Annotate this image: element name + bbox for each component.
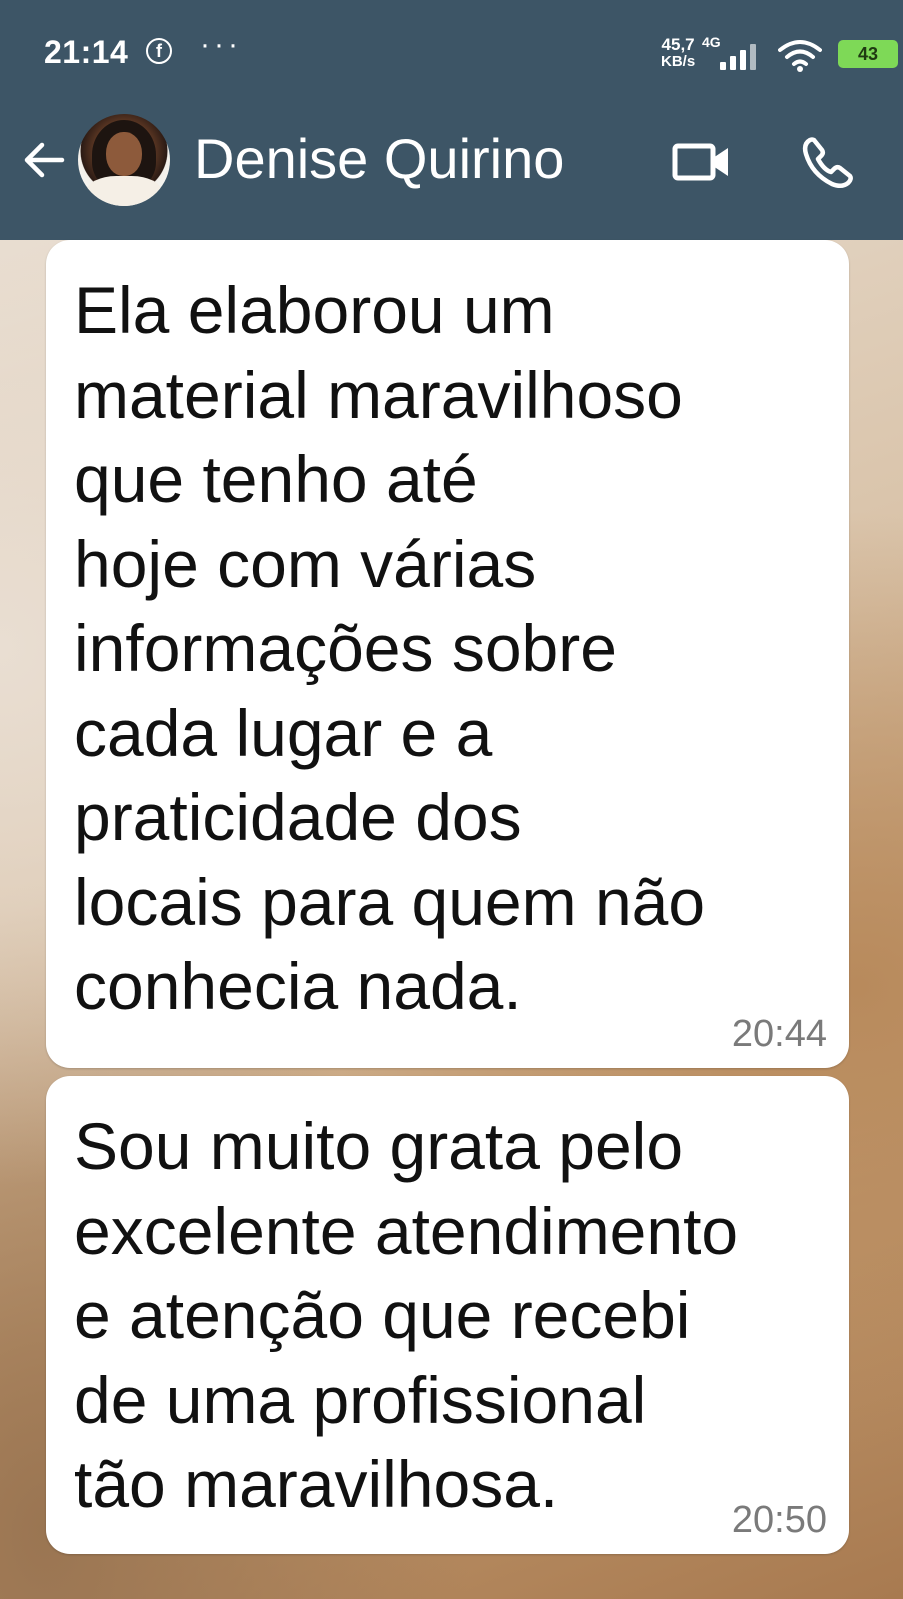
signal-strength-icon — [718, 40, 764, 70]
status-time: 21:14 — [44, 34, 129, 70]
message-bubble[interactable]: Ela elaborou um material maravilhoso que… — [46, 240, 849, 1068]
voice-call-icon[interactable] — [800, 134, 856, 190]
contact-name[interactable]: Denise Quirino — [194, 126, 564, 191]
back-arrow-icon[interactable] — [20, 136, 68, 184]
top-bar: 21:14 f ··· 45,7 KB/s 4G 43 Denise Quiri… — [0, 0, 903, 240]
facebook-notification-icon: f — [146, 38, 172, 64]
message-time: 20:44 — [731, 1013, 827, 1055]
message-time: 20:50 — [731, 1499, 827, 1541]
message-text: Sou muito grata pelo excelente atendimen… — [74, 1109, 739, 1521]
network-speed-unit: KB/s — [661, 53, 696, 70]
network-speed: 45,7 KB/s — [661, 36, 695, 70]
video-call-icon[interactable] — [672, 138, 732, 186]
network-speed-value: 45,7 — [661, 35, 695, 54]
contact-avatar[interactable] — [78, 114, 170, 206]
message-text: Ela elaborou um material maravilhoso que… — [74, 273, 706, 1023]
more-notifications-icon: ··· — [200, 28, 242, 61]
message-bubble[interactable]: Sou muito grata pelo excelente atendimen… — [46, 1076, 849, 1554]
wifi-icon — [778, 40, 822, 72]
battery-indicator: 43 — [838, 40, 898, 68]
